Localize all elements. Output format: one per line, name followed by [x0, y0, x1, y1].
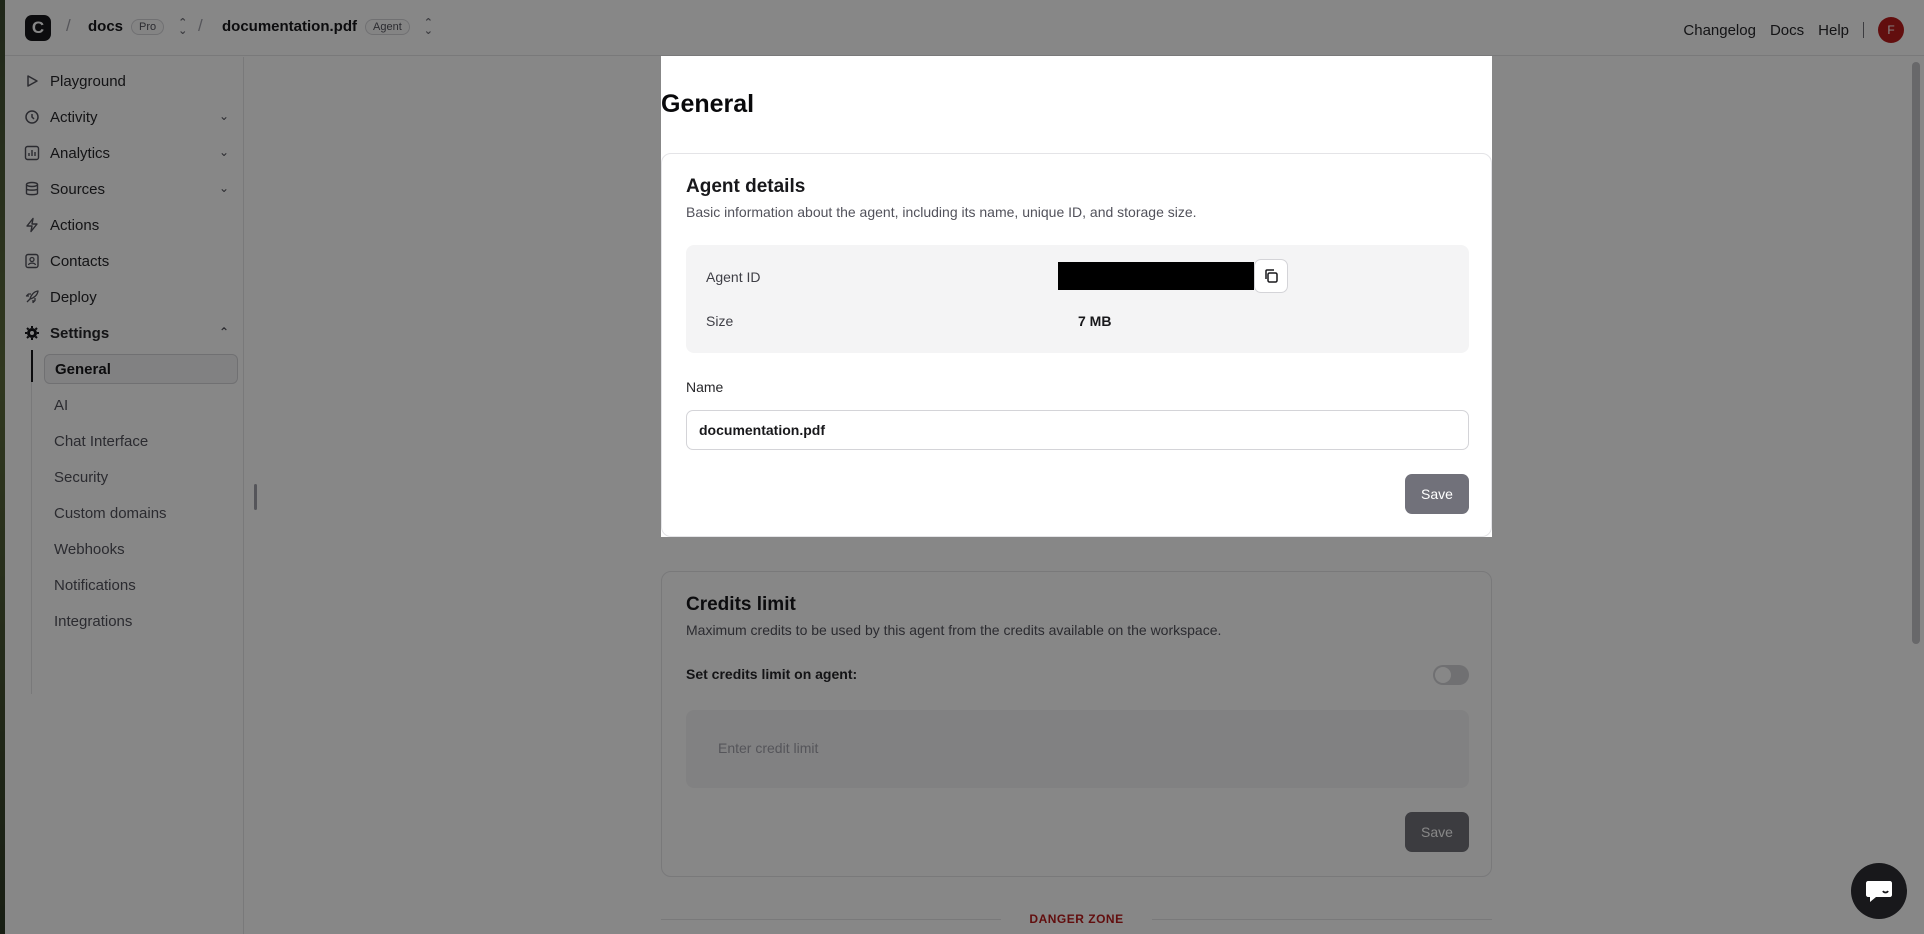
card-title: Agent details: [686, 176, 806, 197]
agent-info-box: Agent ID Size 7 MB: [686, 245, 1469, 353]
page-title-spotlight: General: [661, 90, 755, 118]
chat-launcher-button[interactable]: [1851, 863, 1907, 919]
chat-icon: [1866, 881, 1892, 902]
agent-id-value-redacted: [1058, 262, 1254, 290]
copy-button[interactable]: [1254, 259, 1288, 293]
name-label: Name: [686, 379, 724, 395]
agent-id-label: Agent ID: [706, 269, 761, 285]
copy-icon: [1265, 269, 1278, 283]
size-value: 7 MB: [1078, 313, 1112, 329]
size-label: Size: [706, 313, 734, 329]
agent-details-card: Agent details Basic information about th…: [661, 153, 1492, 537]
name-input[interactable]: documentation.pdf: [686, 410, 1469, 450]
card-description: Basic information about the agent, inclu…: [686, 204, 1197, 220]
save-button[interactable]: Save: [1405, 474, 1469, 514]
